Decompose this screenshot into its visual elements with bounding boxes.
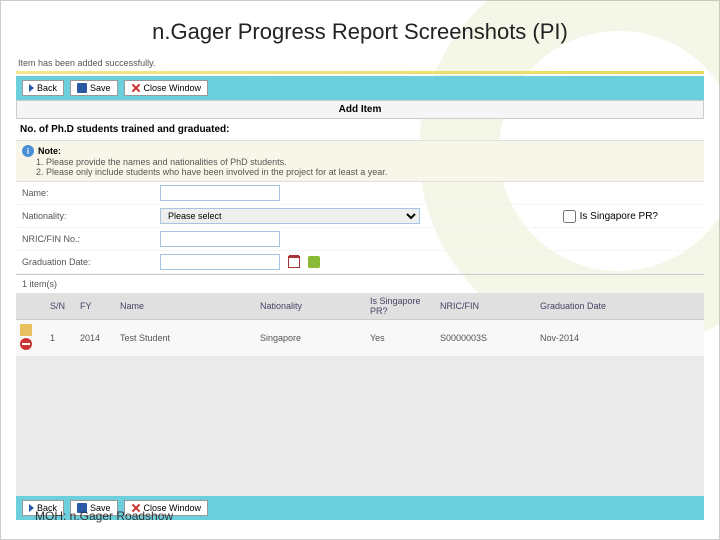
close-button[interactable]: Close Window <box>124 80 209 96</box>
items-table: S/N FY Name Nationality Is Singapore PR?… <box>16 293 704 356</box>
nric-label: NRIC/FIN No.: <box>22 234 152 244</box>
back-label: Back <box>37 83 57 93</box>
th-pr[interactable]: Is Singapore PR? <box>366 293 436 320</box>
pr-label: Is Singapore PR? <box>580 211 658 222</box>
note-item-1: Please provide the names and nationaliti… <box>46 157 698 167</box>
edit-row-icon[interactable] <box>20 324 32 336</box>
nationality-select[interactable]: Please select <box>160 208 420 224</box>
screenshot-panel: Item has been added successfully. Back S… <box>1 55 719 520</box>
th-sn[interactable]: S/N <box>46 293 76 320</box>
panel-title: Add Item <box>16 100 704 119</box>
clear-date-icon[interactable] <box>308 256 320 268</box>
save-button[interactable]: Save <box>70 80 118 96</box>
slide-title: n.Gager Progress Report Screenshots (PI) <box>1 1 719 55</box>
cell-nric: S0000003S <box>436 320 536 357</box>
save-label: Save <box>90 83 111 93</box>
note-head: Note: <box>38 146 61 156</box>
cell-sn: 1 <box>46 320 76 357</box>
info-icon: i <box>22 145 34 157</box>
back-button[interactable]: Back <box>22 80 64 96</box>
table-row: 1 2014 Test Student Singapore Yes S00000… <box>16 320 704 357</box>
footer-brand: MOH: n.Gager Roadshow <box>35 509 173 523</box>
back-icon <box>29 504 34 512</box>
cell-fy: 2014 <box>76 320 116 357</box>
delete-row-icon[interactable] <box>20 338 32 350</box>
cell-nationality: Singapore <box>256 320 366 357</box>
th-name[interactable]: Name <box>116 293 256 320</box>
section-title: No. of Ph.D students trained and graduat… <box>16 119 704 141</box>
note-item-2: Please only include students who have be… <box>46 167 698 177</box>
status-message: Item has been added successfully. <box>16 55 704 71</box>
grad-label: Graduation Date: <box>22 257 152 267</box>
calendar-icon[interactable] <box>288 256 300 268</box>
grad-date-input[interactable] <box>160 254 280 270</box>
pr-checkbox[interactable] <box>563 210 576 223</box>
th-actions <box>16 293 46 320</box>
table-empty-area <box>16 356 704 496</box>
note-box: i Note: Please provide the names and nat… <box>16 141 704 182</box>
name-input[interactable] <box>160 185 280 201</box>
th-grad[interactable]: Graduation Date <box>536 293 704 320</box>
nationality-label: Nationality: <box>22 211 152 221</box>
th-fy[interactable]: FY <box>76 293 116 320</box>
name-label: Name: <box>22 188 152 198</box>
items-count: 1 item(s) <box>16 274 704 293</box>
nric-input[interactable] <box>160 231 280 247</box>
save-icon <box>77 83 87 93</box>
close-icon <box>131 83 141 93</box>
back-icon <box>29 84 34 92</box>
cell-name: Test Student <box>116 320 256 357</box>
close-label: Close Window <box>144 83 202 93</box>
th-nationality[interactable]: Nationality <box>256 293 366 320</box>
th-nric[interactable]: NRIC/FIN <box>436 293 536 320</box>
cell-pr: Yes <box>366 320 436 357</box>
divider-yellow <box>16 71 704 74</box>
items-table-wrap: S/N FY Name Nationality Is Singapore PR?… <box>16 293 704 496</box>
toolbar-top: Back Save Close Window <box>16 76 704 100</box>
cell-grad: Nov-2014 <box>536 320 704 357</box>
